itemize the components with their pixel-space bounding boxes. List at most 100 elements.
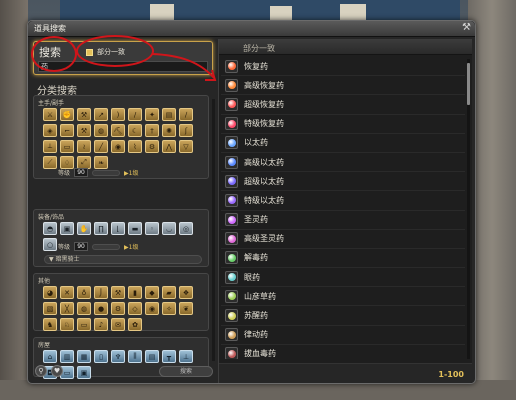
boots-icon[interactable]: ⌊ <box>111 222 125 235</box>
scythe-icon[interactable]: ʃ <box>179 124 193 137</box>
scroll-icon[interactable]: ✉ <box>111 318 125 331</box>
gunblade-icon[interactable]: ⟂ <box>43 140 57 153</box>
furniture-icon[interactable]: ▤ <box>145 350 159 363</box>
lance-icon[interactable]: ↗ <box>94 108 108 121</box>
sword-icon[interactable]: ⚔ <box>43 108 57 121</box>
legs-icon[interactable]: ∏ <box>94 222 108 235</box>
card-icon[interactable]: ▭ <box>60 140 74 153</box>
belt-icon[interactable]: ▬ <box>128 222 142 235</box>
card-item-icon[interactable]: ▭ <box>77 318 91 331</box>
globe-icon[interactable]: ◍ <box>94 124 108 137</box>
bow-icon[interactable]: ) <box>111 108 125 121</box>
window-icon[interactable]: ▦ <box>77 350 91 363</box>
food-icon[interactable]: ◕ <box>43 286 57 299</box>
necklace-icon[interactable]: ◡ <box>162 222 176 235</box>
table-icon[interactable]: ┳ <box>162 350 176 363</box>
tool-icon[interactable]: ⚒ <box>111 286 125 299</box>
rapier-icon[interactable]: † <box>145 124 159 137</box>
potion-icon[interactable]: ♁ <box>77 286 91 299</box>
result-row[interactable]: 恢复药 <box>221 57 465 77</box>
misc-icon[interactable]: ✿ <box>128 318 142 331</box>
dye-icon[interactable]: ● <box>94 302 108 315</box>
result-row[interactable]: 眼药 <box>221 268 465 288</box>
pan-icon[interactable]: ◉ <box>111 140 125 153</box>
metal-icon[interactable]: ▰ <box>162 286 176 299</box>
scrollbar-thumb[interactable] <box>467 63 470 105</box>
fist-icon[interactable]: ✊ <box>60 108 74 121</box>
needle-icon[interactable]: ╱ <box>94 140 108 153</box>
earring-icon[interactable]: ◦ <box>145 222 159 235</box>
level-slider[interactable] <box>92 243 121 250</box>
helmet-icon[interactable]: ◓ <box>43 222 57 235</box>
orchestrion-icon[interactable]: ♪ <box>94 318 108 331</box>
result-row[interactable]: 超级恢复药 <box>221 95 465 115</box>
lamp-icon[interactable]: ♆ <box>111 350 125 363</box>
bracelet-icon[interactable]: ◎ <box>179 222 193 235</box>
wand-icon[interactable]: ✦ <box>145 108 159 121</box>
leather-icon[interactable]: ▧ <box>43 302 57 315</box>
cutlery-icon[interactable]: ✕ <box>60 286 74 299</box>
wall-icon[interactable]: ▥ <box>60 350 74 363</box>
result-row[interactable]: 拔血毒药 <box>221 345 465 359</box>
result-row[interactable]: 律动药 <box>221 326 465 345</box>
result-row[interactable]: 山彦草药 <box>221 287 465 307</box>
knife-icon[interactable]: ⟋ <box>43 156 57 169</box>
result-row[interactable]: 高级圣灵药 <box>221 230 465 249</box>
level-input[interactable]: 90 <box>74 242 89 251</box>
job-select[interactable]: ▼ 暗黑骑士 <box>44 255 202 264</box>
minion-icon[interactable]: ♞ <box>43 318 57 331</box>
result-row[interactable]: 苏醒药 <box>221 306 465 326</box>
search-input[interactable] <box>38 61 208 72</box>
catalyst-icon[interactable]: ✧ <box>162 302 176 315</box>
staff-icon[interactable]: / <box>128 108 142 121</box>
chakram-icon[interactable]: ✺ <box>162 124 176 137</box>
hammer-icon[interactable]: ⚒ <box>77 124 91 137</box>
stone-icon[interactable]: ◆ <box>145 286 159 299</box>
level-input[interactable]: 90 <box>74 168 89 177</box>
brush-icon[interactable]: ≀ <box>77 140 91 153</box>
materia-icon[interactable]: ◉ <box>145 302 159 315</box>
ring-icon[interactable]: ○ <box>43 238 57 251</box>
result-row[interactable]: 以太药 <box>221 134 465 153</box>
fishing-icon[interactable]: ⌡ <box>94 286 108 299</box>
mount-icon[interactable]: ♘ <box>60 318 74 331</box>
partial-match-label[interactable]: 部分一致 <box>97 47 125 57</box>
reagent-icon[interactable]: ◍ <box>77 302 91 315</box>
tabletop-icon[interactable]: ⊥ <box>179 350 193 363</box>
chisel-icon[interactable]: ▽ <box>179 140 193 153</box>
rod-icon[interactable]: ⌇ <box>128 140 142 153</box>
level-max[interactable]: ▶1级 <box>124 168 138 177</box>
result-row[interactable]: 特级以太药 <box>221 191 465 211</box>
partial-match-checkbox[interactable] <box>86 49 93 56</box>
saw-icon[interactable]: ⚙ <box>145 140 159 153</box>
result-row[interactable]: 特级恢复药 <box>221 115 465 134</box>
result-row[interactable]: 超级以太药 <box>221 172 465 192</box>
crystal-icon[interactable]: ◇ <box>128 302 142 315</box>
fence-icon[interactable]: ⫼ <box>128 350 142 363</box>
result-row[interactable]: 解毒药 <box>221 249 465 269</box>
sickle-icon[interactable]: ☾ <box>128 124 142 137</box>
axe-icon[interactable]: ⚒ <box>77 108 91 121</box>
result-row[interactable]: 高级恢复药 <box>221 76 465 96</box>
pick-icon[interactable]: ⛏ <box>111 124 125 137</box>
window-titlebar[interactable]: 道具搜索 ⚒ <box>28 21 475 37</box>
cloth-icon[interactable]: ❖ <box>179 286 193 299</box>
results-scrollbar[interactable] <box>467 59 470 359</box>
katana-icon[interactable]: ∕ <box>179 108 193 121</box>
shield-icon[interactable]: ◈ <box>43 124 57 137</box>
gloves-icon[interactable]: ✋ <box>77 222 91 235</box>
seed-icon[interactable]: ❦ <box>179 302 193 315</box>
left-scrollbar[interactable] <box>212 99 215 361</box>
part-icon[interactable]: ⚙ <box>111 302 125 315</box>
level-slider[interactable] <box>92 169 121 176</box>
tongs-icon[interactable]: ⋀ <box>162 140 176 153</box>
search-button[interactable]: 搜索 <box>159 366 213 377</box>
book-icon[interactable]: ▤ <box>162 108 176 121</box>
lumber-icon[interactable]: ▮ <box>128 286 142 299</box>
body-armor-icon[interactable]: ▣ <box>60 222 74 235</box>
gun-icon[interactable]: ⌐ <box>60 124 74 137</box>
roof-icon[interactable]: ⌂ <box>43 350 57 363</box>
door-icon[interactable]: ▯ <box>94 350 108 363</box>
favorite-icon[interactable]: ♥ <box>51 365 63 377</box>
search-icon[interactable]: ⚲ <box>35 365 47 377</box>
